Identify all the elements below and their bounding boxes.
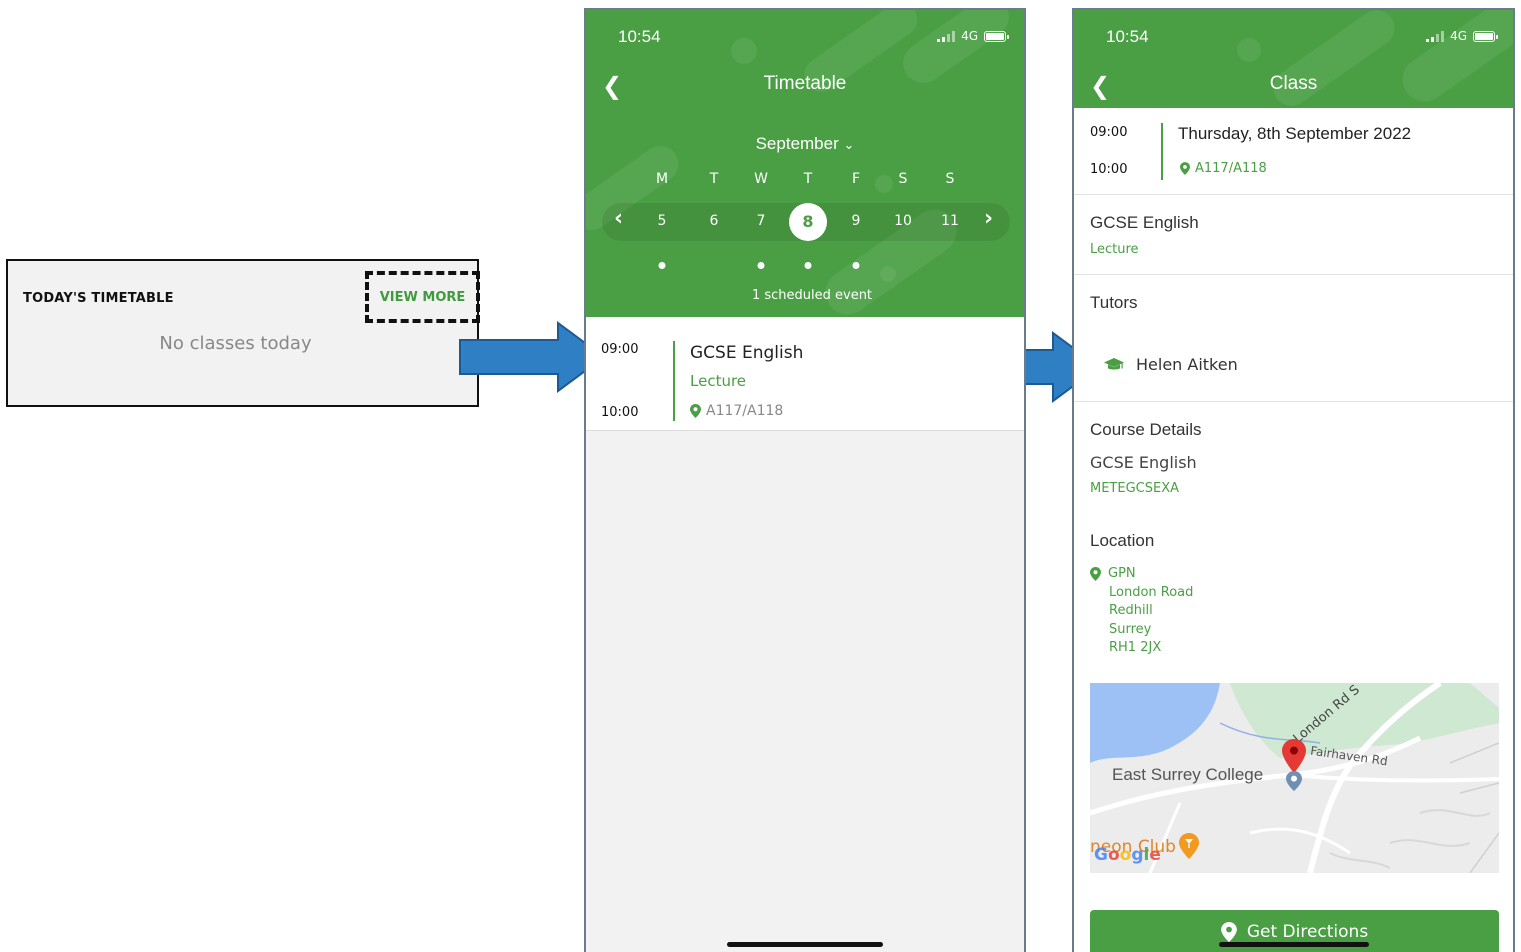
event-card[interactable]: 09:00 10:00 GCSE English Lecture A117/A1… — [586, 317, 1024, 431]
status-indicators: 4G — [937, 29, 1009, 43]
place-label: East Surrey College — [1112, 765, 1264, 784]
view-more-link[interactable]: VIEW MORE — [365, 271, 480, 323]
location-heading: Location — [1090, 531, 1155, 550]
month-selector[interactable]: September ⌄ — [586, 134, 1024, 154]
address-line: Redhill — [1109, 603, 1153, 619]
todays-timetable-widget: TODAY'S TIMETABLE VIEW MORE No classes t… — [6, 259, 480, 407]
address-line: Surrey — [1109, 621, 1152, 637]
event-dots — [586, 262, 1024, 272]
class-room-label: A117/A118 — [1195, 161, 1267, 176]
college-poi-icon — [1286, 771, 1302, 791]
google-logo: Google — [1094, 845, 1161, 865]
weekday-label: F — [851, 171, 861, 187]
network-label: 4G — [961, 29, 978, 43]
location-address: GPN London Road Redhill Surrey RH1 2JX — [1090, 565, 1193, 658]
weekday-label: M — [655, 171, 669, 187]
location-pin-icon — [1090, 567, 1101, 582]
event-dot — [852, 262, 860, 269]
signal-icon — [1426, 30, 1445, 42]
course-name: GCSE English — [1090, 453, 1197, 472]
time-divider — [1161, 123, 1163, 180]
home-indicator — [1218, 942, 1369, 947]
weekday-names: M T W T F S S — [586, 171, 1024, 189]
date-cell[interactable]: 10 — [894, 213, 912, 229]
page-title: Timetable — [763, 73, 847, 94]
address-line: RH1 2JX — [1109, 640, 1162, 656]
timetable-phone-screen: 10:54 4G ❮ Timetable September ⌄ M T W T… — [584, 8, 1026, 952]
no-classes-text: No classes today — [159, 333, 312, 354]
location-pin-icon — [690, 404, 701, 418]
chevron-down-icon: ⌄ — [843, 137, 855, 152]
location-pin-icon — [1180, 162, 1190, 175]
event-start-time: 09:00 — [601, 342, 639, 357]
home-indicator — [727, 942, 883, 947]
course-code: METEGCSEXA — [1090, 481, 1180, 496]
event-title: GCSE English — [690, 343, 804, 363]
date-cell[interactable]: 7 — [757, 213, 766, 229]
weekday-label: W — [754, 171, 768, 187]
address-line: London Road — [1109, 584, 1194, 600]
graduation-cap-icon — [1104, 357, 1124, 369]
location-map[interactable]: London Rd S Fairhaven Rd East Surrey Col… — [1090, 683, 1499, 873]
event-type: Lecture — [690, 372, 747, 390]
class-date: Thursday, 8th September 2022 — [1178, 124, 1412, 143]
class-phone-screen: 10:54 4G ❮ Class 09:00 10:00 Thursday, 8… — [1072, 8, 1515, 952]
event-room: A117/A118 — [690, 403, 783, 419]
location-pin-icon — [1220, 922, 1237, 942]
date-cell-selected[interactable]: 8 — [789, 203, 827, 241]
tutors-section — [1074, 275, 1513, 402]
battery-icon — [1473, 30, 1498, 42]
event-room-label: A117/A118 — [706, 403, 784, 419]
network-label: 4G — [1450, 29, 1467, 43]
week-dates: 5 6 7 8 9 10 11 — [586, 203, 1024, 241]
signal-icon — [937, 30, 956, 42]
scheduled-count: 1 scheduled event — [751, 288, 873, 303]
event-dot — [757, 262, 765, 269]
class-time-section — [1074, 108, 1513, 195]
tutor-row: Helen Aitken — [1104, 355, 1238, 374]
date-cell[interactable]: 9 — [852, 213, 861, 229]
date-cell[interactable]: 11 — [941, 213, 959, 229]
map-marker-icon — [1282, 739, 1306, 773]
event-dot — [658, 262, 666, 269]
class-end-time: 10:00 — [1090, 162, 1128, 177]
get-directions-label: Get Directions — [1246, 922, 1369, 942]
battery-icon — [984, 30, 1009, 42]
class-header: 10:54 4G ❮ Class — [1074, 10, 1513, 108]
widget-title: TODAY'S TIMETABLE — [23, 291, 174, 306]
bar-poi-icon — [1179, 833, 1199, 859]
class-start-time: 09:00 — [1090, 125, 1128, 140]
time-divider — [673, 341, 675, 421]
status-time: 10:54 — [1106, 27, 1149, 46]
month-label: September — [755, 134, 839, 153]
date-cell[interactable]: 5 — [658, 213, 667, 229]
course-details-heading: Course Details — [1090, 420, 1202, 439]
tutors-heading: Tutors — [1090, 293, 1138, 312]
location-name: GPN — [1108, 566, 1136, 581]
class-room: A117/A118 — [1180, 161, 1267, 176]
timetable-header: 10:54 4G ❮ Timetable September ⌄ M T W T… — [586, 10, 1024, 317]
status-time: 10:54 — [618, 27, 661, 46]
weekday-label: T — [803, 171, 813, 187]
course-title: GCSE English — [1090, 213, 1199, 232]
course-type: Lecture — [1090, 242, 1139, 257]
event-dot — [804, 262, 812, 269]
weekday-label: S — [945, 171, 955, 187]
tutor-name: Helen Aitken — [1136, 355, 1238, 374]
course-section — [1074, 195, 1513, 275]
weekday-label: S — [898, 171, 908, 187]
page-title: Class — [1269, 73, 1318, 94]
date-cell[interactable]: 6 — [710, 213, 719, 229]
weekday-label: T — [709, 171, 719, 187]
status-indicators: 4G — [1426, 29, 1498, 43]
event-end-time: 10:00 — [601, 405, 639, 420]
